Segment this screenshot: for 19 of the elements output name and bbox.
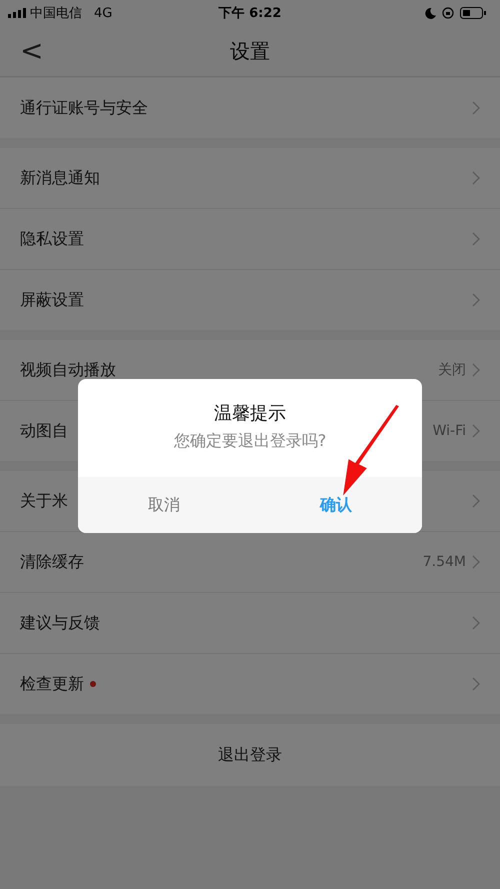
row-label: 动图自	[20, 420, 68, 442]
row-label: 通行证账号与安全	[20, 98, 148, 118]
row-value: 关闭	[438, 361, 466, 379]
dialog-title: 温馨提示	[214, 402, 286, 425]
row-value: 7.54M	[422, 554, 466, 570]
row-label: 视频自动播放	[20, 360, 116, 380]
row-label: 关于米	[20, 490, 68, 512]
row-label: 屏蔽设置	[20, 290, 84, 310]
row-label: 建议与反馈	[20, 612, 100, 634]
clock-time: 下午 6:22	[218, 5, 282, 22]
network-type: 4G	[94, 6, 112, 20]
row-value: Wi-Fi	[432, 423, 466, 439]
row-label: 隐私设置	[20, 228, 84, 250]
row-label: 清除缓存	[20, 552, 84, 572]
page-title: 设置	[230, 38, 270, 64]
row-label: 新消息通知	[20, 168, 100, 188]
carrier-name: 中国电信	[30, 5, 82, 22]
row-label: 检查更新	[20, 674, 84, 694]
dialog-message: 您确定要退出登录吗?	[174, 431, 326, 452]
